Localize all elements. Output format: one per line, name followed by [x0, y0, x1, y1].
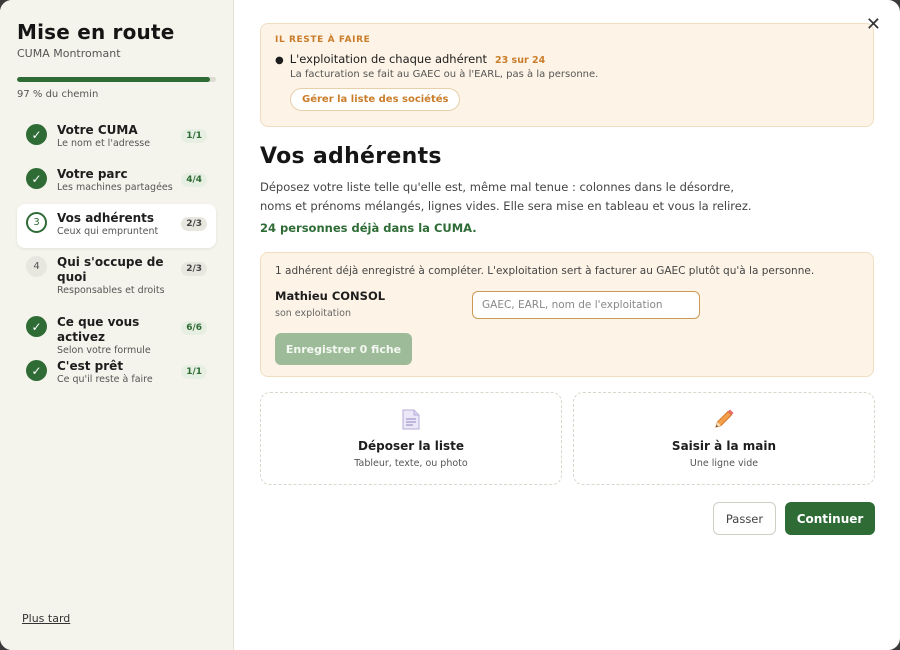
step-votre-parc[interactable]: ✓ Votre parc Les machines partagées 4/4: [17, 160, 216, 204]
page-description: Déposez votre liste telle qu'elle est, m…: [260, 180, 752, 213]
manual-entry-option[interactable]: Saisir à la main Une ligne vide: [573, 392, 875, 485]
organization-name: CUMA Montromant: [17, 47, 121, 60]
sidebar-title: Mise en route: [17, 20, 175, 44]
step-badge: 2/3: [181, 217, 207, 231]
import-options: Déposer la liste Tableur, texte, ou phot…: [260, 392, 875, 485]
step-desc: Ce qu'il reste à faire: [57, 374, 153, 385]
step-badge: 1/1: [181, 129, 207, 143]
step-desc: Responsables et droits: [57, 285, 165, 296]
check-icon: ✓: [26, 360, 47, 381]
step-title: Ce que vous activez: [57, 315, 140, 344]
check-icon: ✓: [26, 168, 47, 189]
progress-label: 97 % du chemin: [17, 89, 99, 100]
step-badge: 4/4: [181, 173, 207, 187]
step-title: Votre parc: [57, 167, 128, 181]
step-badge: 6/6: [181, 321, 207, 335]
check-icon: ✓: [26, 124, 47, 145]
option-title: Saisir à la main: [671, 439, 777, 453]
onboarding-modal: Mise en route CUMA Montromant 97 % du ch…: [0, 0, 900, 650]
upload-list-option[interactable]: Déposer la liste Tableur, texte, ou phot…: [260, 392, 562, 485]
step-badge: 1/1: [181, 365, 207, 379]
skip-button[interactable]: Passer: [713, 502, 776, 535]
step-title: Vos adhérents: [57, 211, 155, 225]
check-icon: ✓: [26, 316, 47, 337]
step-badge: 2/3: [181, 262, 207, 276]
step-votre-cuma[interactable]: ✓ Votre CUMA Le nom et l'adresse 1/1: [17, 116, 216, 160]
step-title: C'est prêt: [57, 359, 124, 373]
member-name: Mathieu CONSOL: [275, 289, 386, 303]
member-completion-card: 1 adhérent déjà enregistré à compléter. …: [260, 252, 874, 377]
continue-button[interactable]: Continuer: [785, 502, 875, 535]
step-ce-que-vous-activez[interactable]: ✓ Ce que vous activez Selon votre formul…: [17, 308, 216, 356]
later-link[interactable]: Plus tard: [22, 612, 70, 625]
todo-alert: IL RESTE À FAIRE ● L'exploitation de cha…: [260, 23, 874, 127]
alert-item: ● L'exploitation de chaque adhérent 23 s…: [275, 52, 859, 66]
page-title: Vos adhérents: [260, 144, 442, 169]
save-records-button[interactable]: Enregistrer 0 fiche: [275, 333, 412, 365]
manage-companies-button[interactable]: Gérer la liste des sociétés: [290, 88, 461, 111]
exploitation-input[interactable]: [472, 291, 700, 319]
member-hint: son exploitation: [275, 308, 351, 319]
alert-count: 23 sur 24: [495, 55, 546, 66]
footer-actions: Passer Continuer: [713, 502, 875, 535]
option-desc: Une ligne vide: [689, 458, 759, 469]
step-desc: Le nom et l'adresse: [57, 138, 151, 149]
main-content: ✕ IL RESTE À FAIRE ● L'exploitation de c…: [234, 0, 900, 650]
step-number-icon: 3: [26, 212, 47, 233]
bullet-icon: ●: [275, 55, 284, 66]
step-title: Qui s'occupe de quoi: [57, 255, 164, 284]
option-title: Déposer la liste: [358, 439, 464, 453]
card-info: 1 adhérent déjà enregistré à compléter. …: [275, 265, 815, 277]
step-qui-soccupe-de-quoi[interactable]: 4 Qui s'occupe de quoi Responsables et d…: [17, 248, 216, 308]
sidebar: Mise en route CUMA Montromant 97 % du ch…: [0, 0, 234, 650]
step-number-icon: 4: [26, 256, 47, 277]
member-count: 24 personnes déjà dans la CUMA.: [260, 221, 477, 235]
step-desc: Les machines partagées: [57, 182, 173, 193]
steps-list: ✓ Votre CUMA Le nom et l'adresse 1/1 ✓ V…: [17, 116, 216, 396]
step-cest-pret[interactable]: ✓ C'est prêt Ce qu'il reste à faire 1/1: [17, 352, 216, 396]
progress-bar: [17, 77, 216, 82]
progress-fill: [17, 77, 211, 82]
step-vos-adherents[interactable]: 3 Vos adhérents Ceux qui empruntent 2/3: [17, 204, 216, 248]
option-desc: Tableur, texte, ou photo: [354, 458, 468, 469]
pencil-icon: [713, 408, 735, 430]
step-desc: Ceux qui empruntent: [57, 226, 159, 237]
alert-item-label: L'exploitation de chaque adhérent: [289, 52, 488, 66]
alert-heading: IL RESTE À FAIRE: [275, 35, 371, 45]
document-icon: [400, 408, 422, 430]
alert-note: La facturation se fait au GAEC ou à l'EA…: [290, 69, 599, 80]
step-title: Votre CUMA: [57, 123, 138, 137]
close-icon[interactable]: ✕: [866, 16, 881, 34]
